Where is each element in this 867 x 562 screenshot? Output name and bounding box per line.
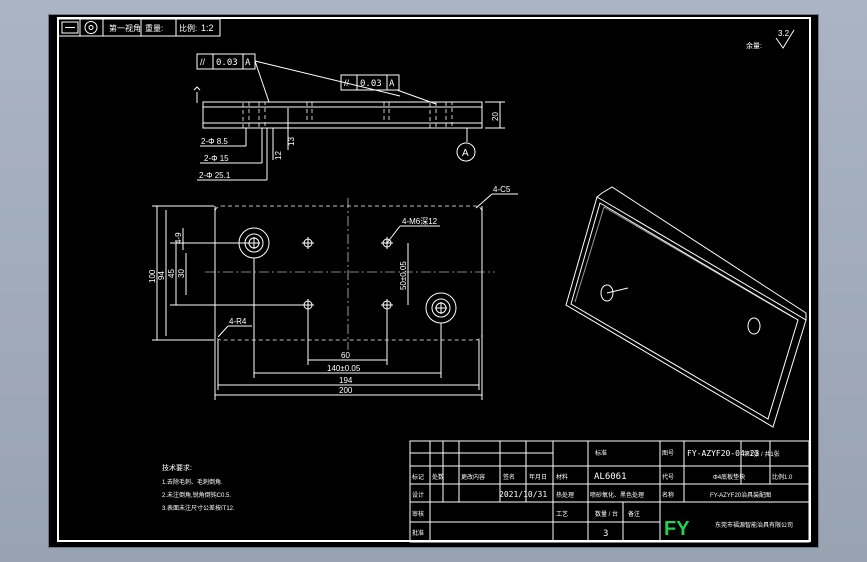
dim-height-20: 20 (491, 112, 500, 121)
svg-text:数量 / 台: 数量 / 台 (595, 510, 618, 518)
drawing-date: 2021/10/31 (499, 490, 547, 499)
dim-60: 60 (341, 351, 350, 360)
svg-text:2.未注倒角,锐角倒钝C0.5.: 2.未注倒角,锐角倒钝C0.5. (162, 491, 231, 499)
svg-text://: // (200, 57, 206, 67)
dim-dia-8.5: 2-Φ 8.5 (201, 137, 228, 146)
dim-200: 200 (339, 386, 353, 395)
isometric-view (565, 186, 807, 428)
svg-text:3.表面未注尺寸公差按IT12.: 3.表面未注尺寸公差按IT12. (162, 504, 235, 512)
callout-radius: 4-R4 (229, 317, 247, 326)
svg-text:标准: 标准 (595, 449, 607, 457)
dim-94: 94 (157, 271, 166, 280)
svg-text:A: A (462, 148, 469, 159)
svg-text:更改内容: 更改内容 (461, 473, 485, 481)
svg-text:1.去除毛刺、毛刺倒角.: 1.去除毛刺、毛刺倒角. (162, 478, 223, 486)
dim-dia-25.1: 2-Φ 25.1 (199, 171, 231, 180)
callout-chamfer: 4-C5 (493, 185, 511, 194)
svg-text:备注: 备注 (628, 510, 640, 518)
svg-text:13: 13 (287, 137, 296, 146)
roughness-symbol: 余量: 3.2 (746, 29, 795, 50)
side-view: // 0.03 A // 0.03 A A 20 2-Φ 8.5 2-Φ 15 … (193, 53, 505, 181)
svg-text:12: 12 (274, 151, 283, 160)
svg-text:材料: 材料 (556, 473, 568, 481)
svg-text:3.2: 3.2 (778, 29, 790, 38)
svg-text:年月日: 年月日 (529, 473, 547, 481)
svg-text:比例1.0: 比例1.0 (772, 473, 793, 481)
dim-30: 30 (177, 269, 186, 278)
svg-text:设计: 设计 (412, 491, 424, 499)
iso-hole-2 (747, 317, 761, 335)
sheet-count: 第1张 / 共1张 (744, 450, 780, 458)
svg-text:0.03: 0.03 (216, 58, 238, 68)
tech-notes: 技术要求: 1.去除毛刺、毛刺倒角. 2.未注倒角,锐角倒钝C0.5. 3.表面… (162, 463, 235, 512)
svg-text:批准: 批准 (412, 529, 424, 537)
dim-100: 100 (148, 269, 157, 283)
title-block: 标记 处数 更改内容 签名 年月日 设计 审核 批准 材料 热处理 工艺 标准 … (409, 440, 810, 543)
material-value: AL6061 (594, 472, 627, 482)
header-scale-value: 1:2 (201, 23, 214, 33)
svg-text:0.03: 0.03 (360, 79, 382, 89)
svg-text:工艺: 工艺 (556, 510, 568, 518)
quantity-value: 3 (603, 529, 608, 539)
surface-treatment: 喷砂氧化、黑色处理 (590, 491, 644, 499)
svg-text:名称: 名称 (662, 491, 674, 499)
drawing-canvas: 第一视角 重量: 比例: 1:2 余量: 3.2 // 0.03 A // 0.… (57, 18, 810, 543)
dim-dia-15: 2-Φ 15 (204, 154, 229, 163)
svg-text:签名: 签名 (503, 473, 515, 481)
dim-140: 140±0.05 (327, 364, 361, 373)
dim-45: 45 (167, 269, 176, 278)
callout-thread: 4-M6深12 (402, 217, 438, 226)
svg-text:代号: 代号 (662, 473, 674, 481)
company-name: 东莞市福源智能治具有限公司 (715, 521, 793, 529)
svg-text:标记: 标记 (412, 473, 424, 481)
svg-text:图号: 图号 (662, 450, 674, 457)
top-view: 4-C5 4-M6深12 4-R4 100 94 45 30 4-9 50±0.… (148, 185, 518, 400)
header-scale-label: 比例: (179, 23, 197, 33)
svg-text:审核: 审核 (412, 510, 424, 518)
header-view-label: 第一视角 (109, 23, 141, 33)
dim-50: 50±0.05 (399, 261, 408, 290)
dim-4-9: 4-9 (174, 232, 183, 244)
svg-text:处数: 处数 (432, 473, 444, 481)
company-logo: FY (664, 518, 690, 540)
part-name: Φ4底板垫块 (713, 473, 745, 481)
svg-text:A: A (245, 58, 251, 68)
project-name: FY-AZYF20治具装配图 (710, 491, 771, 499)
dim-194: 194 (339, 376, 353, 385)
header-weight-label: 重量: (145, 23, 163, 33)
svg-text:A: A (389, 79, 395, 89)
header-bar: 第一视角 重量: 比例: 1:2 (57, 18, 221, 37)
projection-symbol-icon (84, 21, 98, 34)
svg-text:余量:: 余量: (746, 41, 762, 50)
svg-text:热处理: 热处理 (556, 491, 574, 499)
tech-notes-title: 技术要求: (162, 463, 192, 472)
svg-text://: // (344, 78, 350, 88)
